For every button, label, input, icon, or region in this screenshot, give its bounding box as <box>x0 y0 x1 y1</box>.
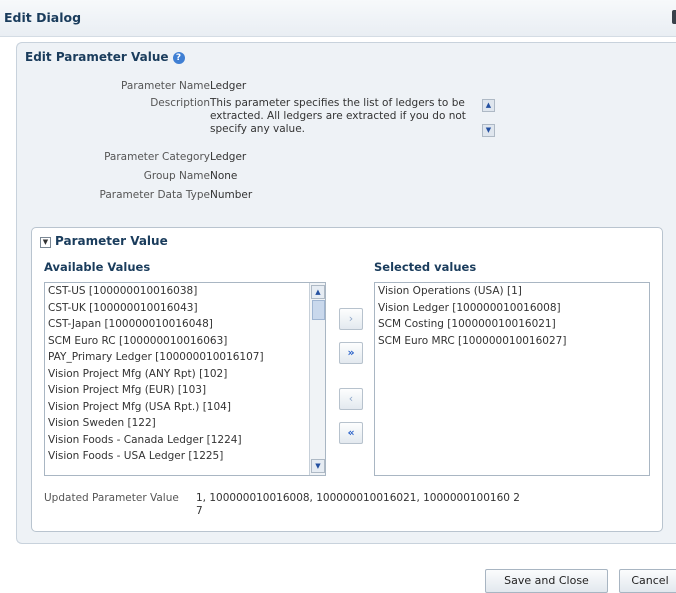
section-title: Edit Parameter Value <box>25 50 169 64</box>
list-item[interactable]: Vision Ledger [100000010016008] <box>375 300 649 317</box>
data-type-label: Parameter Data Type <box>99 189 211 201</box>
parameter-value-header[interactable]: ▼ Parameter Value <box>40 234 168 248</box>
parameter-name-value: Ledger <box>210 80 247 92</box>
move-all-button[interactable]: » <box>339 342 363 364</box>
field-parameter-name: Parameter Name Ledger <box>0 80 676 96</box>
list-item[interactable]: SCM Euro MRC [100000010016027] <box>375 333 649 350</box>
list-item[interactable]: Vision Operations (USA) [1] <box>375 283 649 300</box>
list-item[interactable]: CST-US [100000010016038] <box>45 283 325 300</box>
description-label: Description <box>150 97 210 109</box>
remove-selected-button[interactable]: ‹ <box>339 388 363 410</box>
save-and-close-button[interactable]: Save and Close <box>485 569 608 593</box>
list-item[interactable]: Vision Project Mfg (EUR) [103] <box>45 382 325 399</box>
list-item[interactable]: PAY_Primary Ledger [100000010016107] <box>45 349 325 366</box>
list-item[interactable]: Vision Foods - USA Ledger [1225] <box>45 448 325 465</box>
remove-all-button[interactable]: « <box>339 422 363 444</box>
dialog-title: Edit Dialog <box>4 10 82 25</box>
list-item[interactable]: Vision Sweden [122] <box>45 415 325 432</box>
list-item[interactable]: CST-Japan [100000010016048] <box>45 316 325 333</box>
description-scroll-up-icon[interactable]: ▲ <box>482 99 495 112</box>
selected-values-label: Selected values <box>374 260 477 274</box>
collapse-icon[interactable]: ▼ <box>40 237 51 248</box>
group-name-label: Group Name <box>143 170 210 182</box>
move-selected-button[interactable]: › <box>339 308 363 330</box>
cancel-button[interactable]: Cancel <box>619 569 676 593</box>
group-name-value: None <box>210 170 238 182</box>
list-item[interactable]: SCM Costing [100000010016021] <box>375 316 649 333</box>
scroll-thumb[interactable] <box>312 300 325 320</box>
list-item[interactable]: Vision Project Mfg (ANY Rpt) [102] <box>45 366 325 383</box>
scroll-up-icon[interactable]: ▲ <box>311 285 325 299</box>
list-item[interactable]: Vision Foods - Canada Ledger [1224] <box>45 432 325 449</box>
updated-value-text: 1, 100000010016008, 100000010016021, 100… <box>196 492 520 517</box>
help-icon[interactable]: ? <box>172 52 185 64</box>
field-data-type: Parameter Data Type Number <box>0 189 676 205</box>
section-header: Edit Parameter Value? <box>25 50 185 64</box>
selected-values-list[interactable]: Vision Operations (USA) [1] Vision Ledger… <box>374 282 650 476</box>
available-items: CST-US [100000010016038] CST-UK [10000001… <box>45 283 325 465</box>
field-category: Parameter Category Ledger <box>0 151 676 167</box>
description-scroll-down-icon[interactable]: ▼ <box>482 124 495 137</box>
field-group-name: Group Name None <box>0 170 676 186</box>
parameter-name-label: Parameter Name <box>121 80 210 92</box>
list-item[interactable]: Vision Project Mfg (USA Rpt.) [104] <box>45 399 325 416</box>
available-values-label: Available Values <box>44 260 151 274</box>
parameter-value-panel: ▼ Parameter Value Available Values Select… <box>31 227 663 532</box>
dialog-titlebar: Edit Dialog <box>0 0 676 37</box>
scroll-down-icon[interactable]: ▼ <box>311 459 325 473</box>
list-item[interactable]: CST-UK [100000010016043] <box>45 300 325 317</box>
selected-items: Vision Operations (USA) [1] Vision Ledger… <box>375 283 649 349</box>
description-value: This parameter specifies the list of led… <box>210 97 466 135</box>
available-scrollbar[interactable]: ▲ ▼ <box>309 283 325 475</box>
available-values-list[interactable]: CST-US [100000010016038] CST-UK [10000001… <box>44 282 326 476</box>
parameter-value-title: Parameter Value <box>55 234 168 248</box>
updated-value-label: Updated Parameter Value <box>44 492 179 504</box>
category-value: Ledger <box>210 151 247 163</box>
data-type-value: Number <box>210 189 253 201</box>
list-item[interactable]: SCM Euro RC [100000010016063] <box>45 333 325 350</box>
category-label: Parameter Category <box>104 151 210 163</box>
close-handle[interactable] <box>672 10 676 24</box>
